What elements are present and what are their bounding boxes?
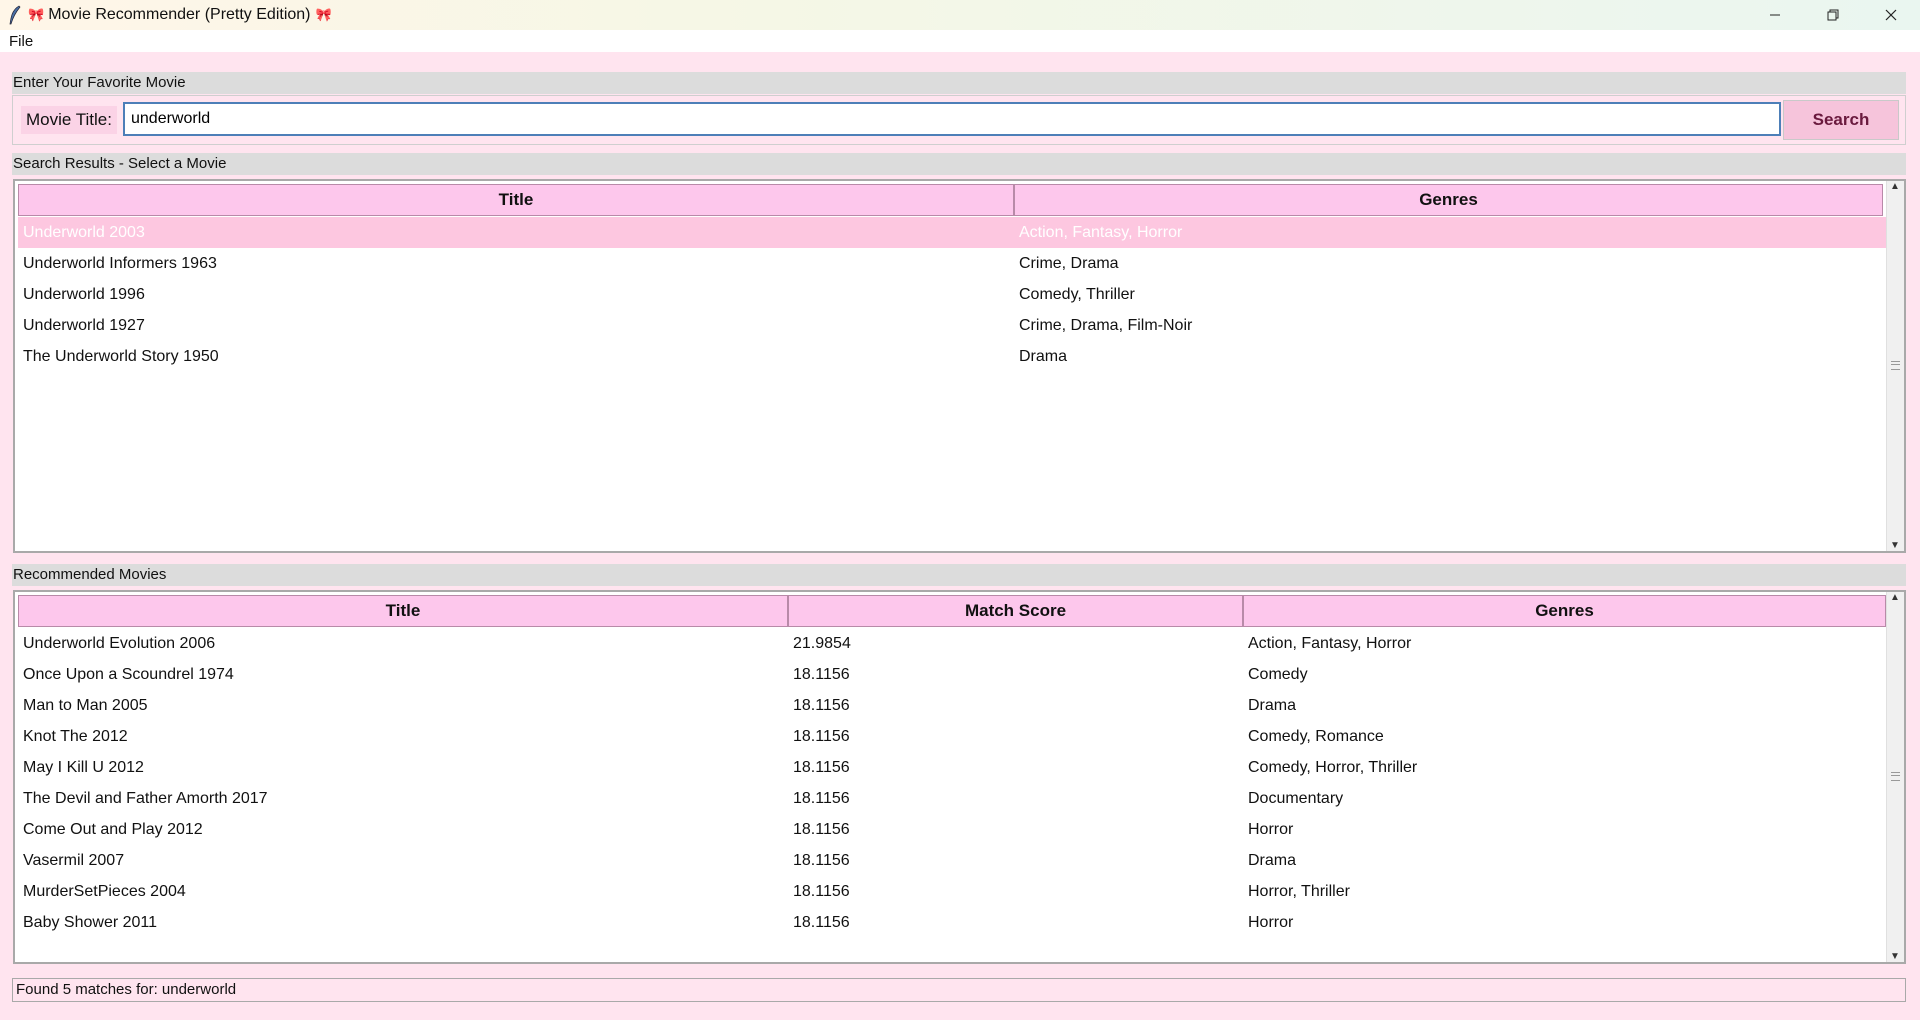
table-row[interactable]: Man to Man 2005 18.1156 Drama xyxy=(18,690,1886,721)
row-score: 18.1156 xyxy=(793,790,850,807)
bow-icon: 🎀 xyxy=(315,7,332,22)
row-genres: Crime, Drama xyxy=(1019,255,1119,272)
feather-icon xyxy=(4,4,26,26)
row-score: 18.1156 xyxy=(793,914,850,931)
minimize-icon xyxy=(1770,14,1780,16)
search-results-scrollbar[interactable]: ▲ ▼ xyxy=(1886,181,1904,551)
column-header-match-score[interactable]: Match Score xyxy=(788,595,1243,627)
search-results-header: Search Results - Select a Movie xyxy=(12,153,1906,175)
row-genres: Comedy, Thriller xyxy=(1019,286,1135,303)
input-section-header: Enter Your Favorite Movie xyxy=(12,72,1906,94)
scroll-down-icon[interactable]: ▼ xyxy=(1890,951,1900,962)
table-row[interactable]: The Underworld Story 1950 Drama xyxy=(18,341,1887,372)
row-score: 18.1156 xyxy=(793,666,850,683)
movie-title-label: Movie Title: xyxy=(21,106,117,134)
row-score: 18.1156 xyxy=(793,697,850,714)
row-title: Underworld 1927 xyxy=(23,317,145,334)
row-title: Once Upon a Scoundrel 1974 xyxy=(23,666,234,683)
row-title: Underworld 2003 xyxy=(23,224,145,241)
recommendations-table: Title Match Score Genres Underworld Evol… xyxy=(13,590,1906,964)
row-title: Vasermil 2007 xyxy=(23,852,125,869)
menu-file[interactable]: File xyxy=(0,33,42,50)
row-title: Underworld 1996 xyxy=(23,286,145,303)
close-button[interactable] xyxy=(1862,0,1920,30)
row-title: Underworld Informers 1963 xyxy=(23,255,217,272)
recommendations-header: Recommended Movies xyxy=(12,564,1906,586)
row-score: 21.9854 xyxy=(793,635,851,652)
close-icon xyxy=(1885,9,1897,21)
row-genres: Crime, Drama, Film-Noir xyxy=(1019,317,1193,334)
table-row[interactable]: Underworld 1927 Crime, Drama, Film-Noir xyxy=(18,310,1887,341)
row-genres: Drama xyxy=(1019,348,1068,365)
table-row[interactable]: Knot The 2012 18.1156 Comedy, Romance xyxy=(18,721,1886,752)
table-row[interactable]: Vasermil 2007 18.1156 Drama xyxy=(18,845,1886,876)
row-title: Man to Man 2005 xyxy=(23,697,148,714)
search-results-table: Title Genres Underworld 2003 Action, Fan… xyxy=(13,179,1906,553)
table-row[interactable]: Underworld 1996 Comedy, Thriller xyxy=(18,279,1887,310)
table-row[interactable]: MurderSetPieces 2004 18.1156 Horror, Thr… xyxy=(18,876,1886,907)
row-title: The Underworld Story 1950 xyxy=(23,348,219,365)
row-genres: Horror, Thriller xyxy=(1248,883,1350,900)
recommendations-header-row: Title Match Score Genres xyxy=(18,595,1886,627)
table-row[interactable]: Underworld 2003 Action, Fantasy, Horror xyxy=(18,217,1887,248)
row-title: Underworld Evolution 2006 xyxy=(23,635,216,652)
row-title: Baby Shower 2011 xyxy=(23,914,158,931)
row-genres: Horror xyxy=(1248,914,1294,931)
row-score: 18.1156 xyxy=(793,728,850,745)
bow-icon: 🎀 xyxy=(28,7,45,22)
row-score: 18.1156 xyxy=(793,759,850,776)
menu-bar: File xyxy=(0,30,1920,52)
table-row[interactable]: Baby Shower 2011 18.1156 Horror xyxy=(18,907,1886,938)
row-genres: Action, Fantasy, Horror xyxy=(1019,224,1183,241)
scroll-down-icon[interactable]: ▼ xyxy=(1890,540,1900,551)
row-genres: Comedy xyxy=(1248,666,1308,683)
column-header-title[interactable]: Title xyxy=(18,184,1014,216)
table-row[interactable]: The Devil and Father Amorth 2017 18.1156… xyxy=(18,783,1886,814)
row-genres: Drama xyxy=(1248,697,1297,714)
row-genres: Action, Fantasy, Horror xyxy=(1248,635,1412,652)
table-row[interactable]: Come Out and Play 2012 18.1156 Horror xyxy=(18,814,1886,845)
row-genres: Comedy, Horror, Thriller xyxy=(1248,759,1418,776)
row-score: 18.1156 xyxy=(793,852,850,869)
column-header-genres[interactable]: Genres xyxy=(1243,595,1886,627)
scroll-up-icon[interactable]: ▲ xyxy=(1890,592,1900,603)
restore-icon xyxy=(1827,9,1839,21)
row-title: May I Kill U 2012 xyxy=(23,759,144,776)
search-results-header-row: Title Genres xyxy=(18,184,1883,216)
row-title: Come Out and Play 2012 xyxy=(23,821,203,838)
recommendations-scrollbar[interactable]: ▲ ▼ xyxy=(1886,592,1904,962)
search-row: Movie Title: Search xyxy=(12,95,1906,145)
table-row[interactable]: Once Upon a Scoundrel 1974 18.1156 Comed… xyxy=(18,659,1886,690)
row-title: Knot The 2012 xyxy=(23,728,128,745)
table-row[interactable]: Underworld Evolution 2006 21.9854 Action… xyxy=(18,628,1886,659)
scroll-grip-icon[interactable] xyxy=(1891,772,1900,781)
minimize-button[interactable] xyxy=(1746,0,1804,30)
movie-title-input[interactable] xyxy=(123,102,1781,136)
row-score: 18.1156 xyxy=(793,883,850,900)
table-row[interactable]: Underworld Informers 1963 Crime, Drama xyxy=(18,248,1887,279)
row-genres: Comedy, Romance xyxy=(1248,728,1384,745)
row-genres: Documentary xyxy=(1248,790,1344,807)
status-bar: Found 5 matches for: underworld xyxy=(12,978,1906,1002)
column-header-title[interactable]: Title xyxy=(18,595,788,627)
row-genres: Drama xyxy=(1248,852,1297,869)
restore-button[interactable] xyxy=(1804,0,1862,30)
row-score: 18.1156 xyxy=(793,821,850,838)
row-title: The Devil and Father Amorth 2017 xyxy=(23,790,268,807)
row-genres: Horror xyxy=(1248,821,1294,838)
search-button[interactable]: Search xyxy=(1783,100,1899,140)
scroll-grip-icon[interactable] xyxy=(1891,361,1900,370)
title-bar: 🎀 Movie Recommender (Pretty Edition) 🎀 xyxy=(0,0,1920,30)
row-title: MurderSetPieces 2004 xyxy=(23,883,186,900)
column-header-genres[interactable]: Genres xyxy=(1014,184,1883,216)
scroll-up-icon[interactable]: ▲ xyxy=(1890,181,1900,192)
window-title: Movie Recommender (Pretty Edition) xyxy=(48,6,311,23)
table-row[interactable]: May I Kill U 2012 18.1156 Comedy, Horror… xyxy=(18,752,1886,783)
